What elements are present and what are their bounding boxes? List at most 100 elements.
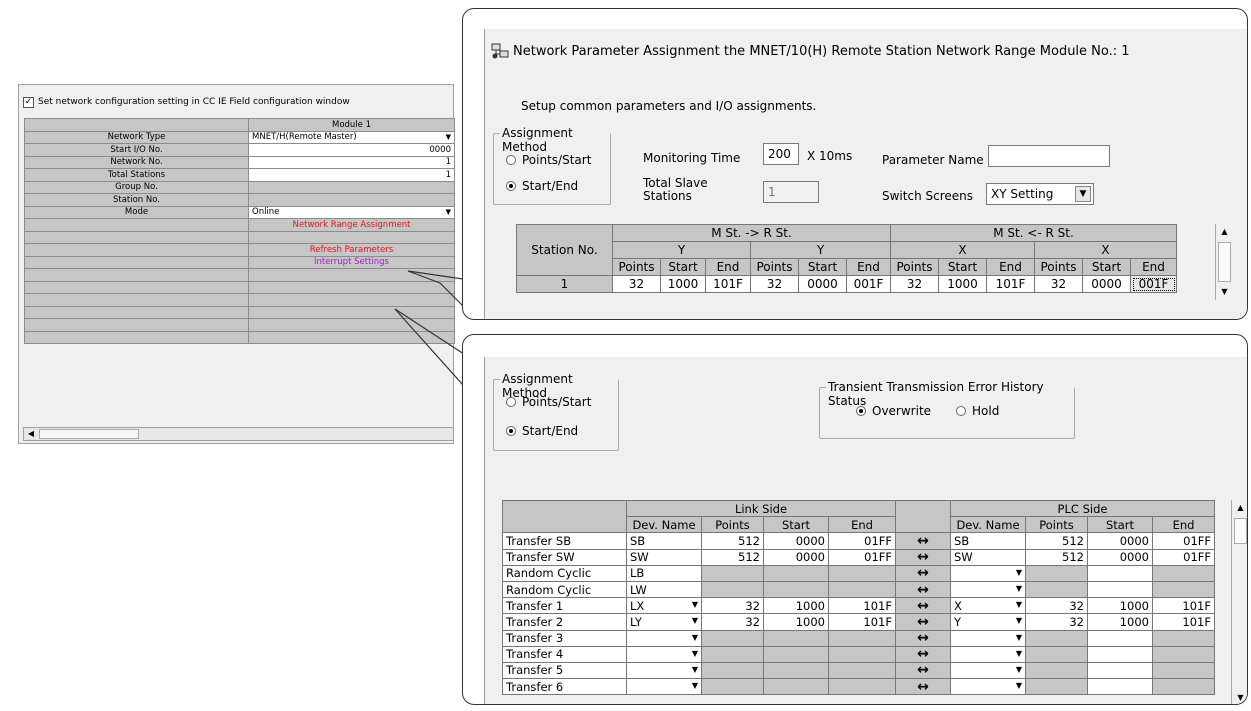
plc-start-cell[interactable] bbox=[1087, 564, 1153, 582]
link-start-cell[interactable]: 1000 bbox=[763, 597, 829, 615]
plc-dev-name-cell[interactable]: SW bbox=[950, 548, 1026, 566]
chevron-down-icon[interactable]: ▼ bbox=[692, 647, 698, 660]
chevron-down-icon[interactable]: ▼ bbox=[1016, 566, 1022, 579]
chevron-down-icon[interactable]: ▼ bbox=[692, 631, 698, 644]
table-cell[interactable]: 101F bbox=[986, 275, 1035, 293]
link-end-cell[interactable]: 01FF bbox=[828, 548, 896, 566]
table-cell[interactable]: 32 bbox=[1034, 275, 1083, 293]
plc-start-cell[interactable]: 0000 bbox=[1087, 532, 1153, 550]
link-start-cell[interactable]: 1000 bbox=[763, 613, 829, 631]
plc-dev-name-cell[interactable]: SB bbox=[950, 532, 1026, 550]
radio-start-end[interactable]: Start/End bbox=[506, 424, 578, 438]
radio-checked-icon[interactable] bbox=[506, 181, 516, 191]
link-dev-name-cell[interactable]: LB bbox=[626, 564, 702, 582]
chevron-down-icon[interactable]: ▼ bbox=[692, 680, 698, 693]
plc-points-cell[interactable]: 32 bbox=[1025, 613, 1088, 631]
link-points-cell[interactable]: 512 bbox=[701, 532, 764, 550]
chevron-down-icon[interactable]: ▼ bbox=[1016, 631, 1022, 644]
scroll-up-icon[interactable]: ▲ bbox=[1232, 500, 1247, 516]
plc-end-cell[interactable]: 01FF bbox=[1152, 548, 1215, 566]
chevron-down-icon[interactable]: ▼ bbox=[1016, 582, 1022, 595]
link-dev-name-cell[interactable]: LY ▼ bbox=[626, 613, 702, 631]
chevron-down-icon[interactable]: ▼ bbox=[1016, 680, 1022, 693]
chevron-down-icon[interactable]: ▼ bbox=[1016, 615, 1022, 628]
chevron-down-icon[interactable]: ▼ bbox=[1016, 647, 1022, 660]
link-dev-name-cell[interactable]: SW bbox=[626, 548, 702, 566]
plc-start-cell[interactable]: 1000 bbox=[1087, 597, 1153, 615]
chevron-down-icon[interactable]: ▼ bbox=[1016, 663, 1022, 676]
scroll-thumb[interactable] bbox=[1218, 242, 1231, 282]
plc-dev-name-cell[interactable]: ▼ bbox=[950, 661, 1026, 680]
radio-points-start[interactable]: Points/Start bbox=[506, 395, 591, 409]
link-end-cell[interactable]: 101F bbox=[828, 597, 896, 615]
plc-dev-name-cell[interactable]: X ▼ bbox=[950, 597, 1026, 615]
plc-start-cell[interactable]: 1000 bbox=[1087, 613, 1153, 631]
link-points-cell[interactable]: 32 bbox=[701, 597, 764, 615]
link-points-cell[interactable]: 512 bbox=[701, 548, 764, 566]
link-end-cell[interactable]: 01FF bbox=[828, 532, 896, 550]
plc-dev-name-cell[interactable]: Y ▼ bbox=[950, 613, 1026, 631]
scroll-down-icon[interactable]: ▼ bbox=[1232, 690, 1247, 704]
table-cell[interactable]: 001F bbox=[846, 275, 891, 293]
chevron-down-icon[interactable]: ▼ bbox=[692, 615, 698, 628]
plc-start-cell[interactable] bbox=[1087, 580, 1153, 599]
chevron-down-icon[interactable]: ▼ bbox=[692, 599, 698, 612]
link-dev-name-cell[interactable]: SB bbox=[626, 532, 702, 550]
table-cell[interactable]: 32 bbox=[612, 275, 661, 293]
plc-points-cell[interactable]: 512 bbox=[1025, 532, 1088, 550]
plc-dev-name-cell[interactable]: ▼ bbox=[950, 645, 1026, 663]
chevron-down-icon[interactable]: ▼ bbox=[692, 663, 698, 676]
radio-overwrite[interactable]: Overwrite bbox=[856, 404, 931, 418]
plc-start-cell[interactable] bbox=[1087, 661, 1153, 680]
parameter-name-input[interactable] bbox=[988, 145, 1110, 167]
scroll-down-icon[interactable]: ▼ bbox=[1216, 284, 1233, 300]
plc-dev-name-cell[interactable]: ▼ bbox=[950, 678, 1026, 696]
link-points-cell[interactable]: 32 bbox=[701, 613, 764, 631]
table-cell[interactable]: 1000 bbox=[938, 275, 987, 293]
radio-checked-icon[interactable] bbox=[856, 406, 866, 416]
radio-icon[interactable] bbox=[506, 397, 516, 407]
grid-vertical-scrollbar[interactable]: ▲ ▼ bbox=[1215, 224, 1233, 300]
table-cell[interactable]: 1000 bbox=[660, 275, 706, 293]
link-dev-name-cell[interactable]: ▼ bbox=[626, 645, 702, 663]
grid-vertical-scrollbar[interactable]: ▲ ▼ bbox=[1231, 500, 1247, 704]
monitoring-time-input[interactable]: 200 bbox=[763, 143, 799, 165]
radio-icon[interactable] bbox=[506, 155, 516, 165]
table-cell[interactable]: 32 bbox=[890, 275, 939, 293]
plc-start-cell[interactable] bbox=[1087, 678, 1153, 696]
link-dev-name-cell[interactable]: LX ▼ bbox=[626, 597, 702, 615]
table-cell[interactable]: 32 bbox=[750, 275, 799, 293]
plc-points-cell[interactable]: 512 bbox=[1025, 548, 1088, 566]
plc-dev-name-cell[interactable]: ▼ bbox=[950, 629, 1026, 647]
plc-start-cell[interactable] bbox=[1087, 645, 1153, 663]
plc-start-cell[interactable]: 0000 bbox=[1087, 548, 1153, 566]
link-start-cell[interactable]: 0000 bbox=[763, 532, 829, 550]
table-cell[interactable]: 0000 bbox=[1082, 275, 1131, 293]
scroll-up-icon[interactable]: ▲ bbox=[1216, 224, 1233, 240]
switch-screens-select[interactable]: XY Setting ▼ bbox=[986, 183, 1094, 205]
radio-checked-icon[interactable] bbox=[506, 426, 516, 436]
plc-end-cell[interactable]: 01FF bbox=[1152, 532, 1215, 550]
link-dev-name-cell[interactable]: ▼ bbox=[626, 678, 702, 696]
link-end-cell[interactable]: 101F bbox=[828, 613, 896, 631]
table-cell[interactable]: 0000 bbox=[798, 275, 847, 293]
chevron-down-icon[interactable]: ▼ bbox=[1016, 599, 1022, 612]
plc-start-cell[interactable] bbox=[1087, 629, 1153, 647]
radio-icon[interactable] bbox=[956, 406, 966, 416]
radio-start-end[interactable]: Start/End bbox=[506, 179, 578, 193]
scroll-thumb[interactable] bbox=[1234, 518, 1247, 544]
plc-end-cell[interactable]: 101F bbox=[1152, 613, 1215, 631]
chevron-down-icon[interactable]: ▼ bbox=[1075, 186, 1091, 202]
plc-points-cell[interactable]: 32 bbox=[1025, 597, 1088, 615]
plc-dev-name-cell[interactable]: ▼ bbox=[950, 564, 1026, 582]
radio-points-start[interactable]: Points/Start bbox=[506, 153, 591, 167]
plc-dev-name-cell[interactable]: ▼ bbox=[950, 580, 1026, 599]
table-cell[interactable]: 101F bbox=[705, 275, 751, 293]
link-dev-name-cell[interactable]: ▼ bbox=[626, 629, 702, 647]
link-dev-name-cell[interactable]: LW bbox=[626, 580, 702, 599]
table-cell-selected[interactable]: 001F bbox=[1130, 275, 1177, 293]
link-start-cell[interactable]: 0000 bbox=[763, 548, 829, 566]
link-dev-name-cell[interactable]: ▼ bbox=[626, 661, 702, 680]
radio-hold[interactable]: Hold bbox=[956, 404, 999, 418]
plc-end-cell[interactable]: 101F bbox=[1152, 597, 1215, 615]
